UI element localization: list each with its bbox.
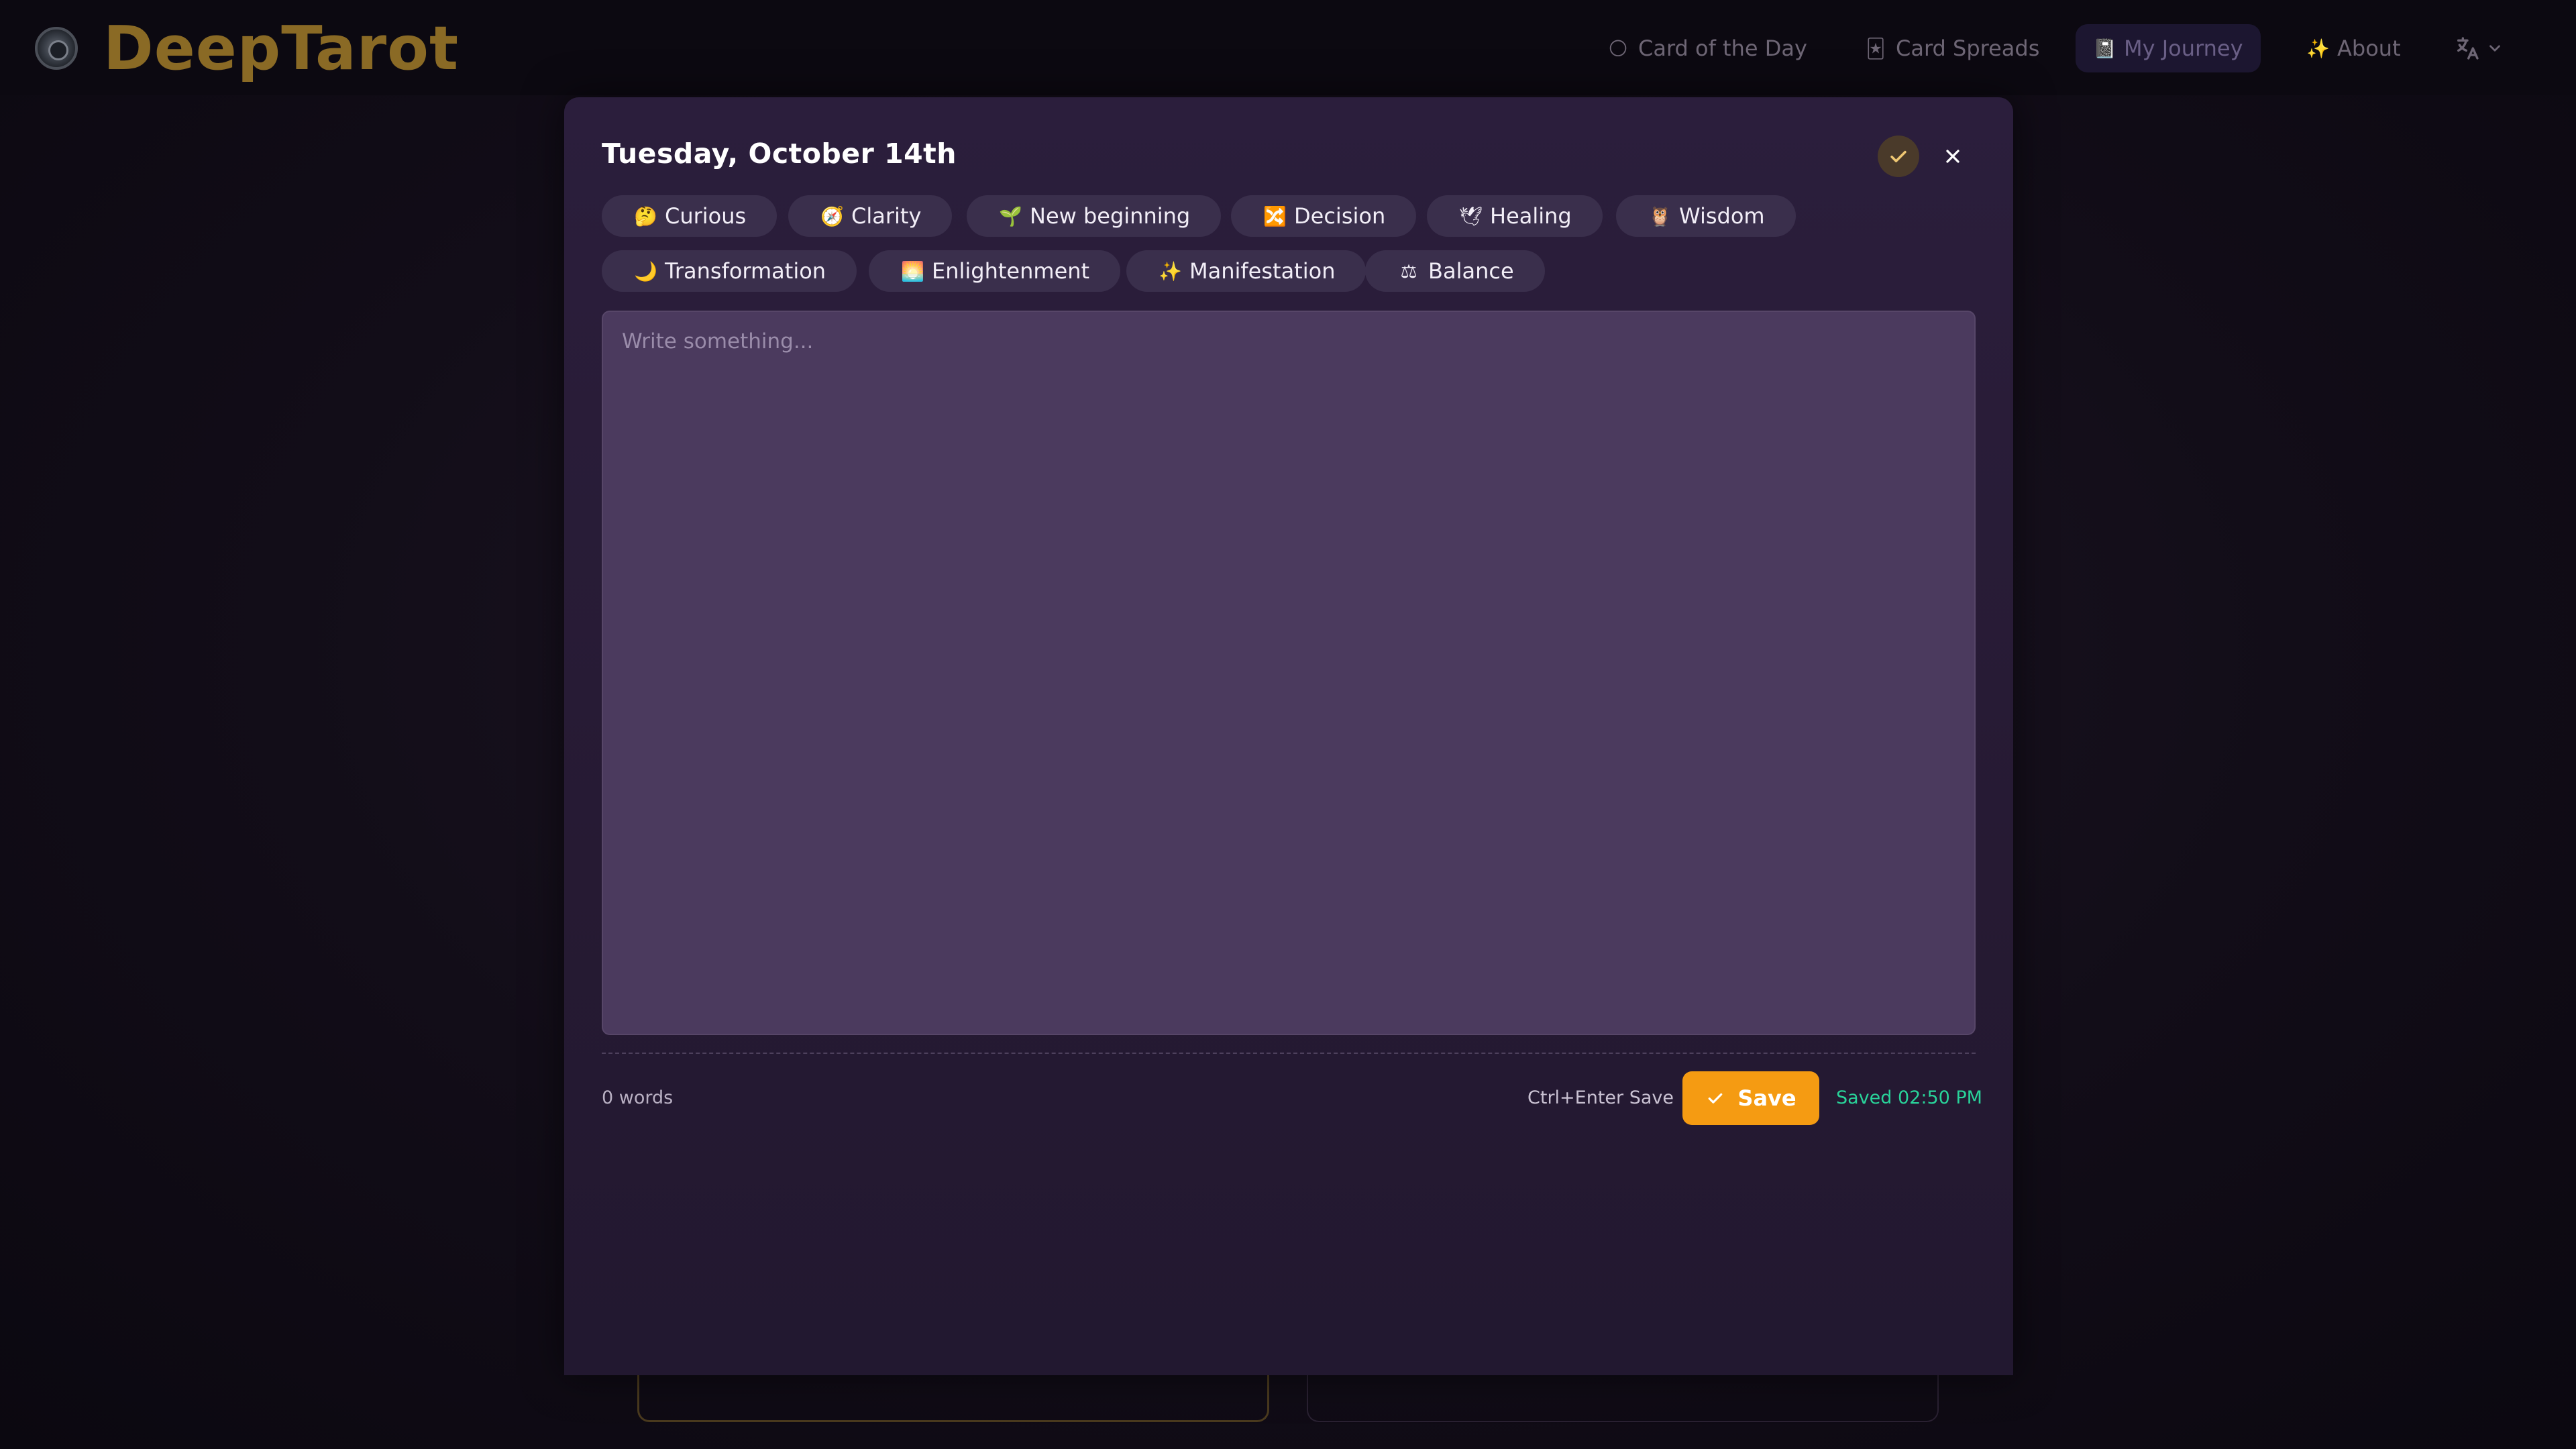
modal-title: Tuesday, October 14th (602, 138, 957, 170)
sunrise-icon: 🌅 (901, 260, 924, 282)
close-button[interactable] (1935, 139, 1970, 174)
journal-textarea[interactable] (603, 312, 1974, 1034)
sparkles-icon: ✨ (2306, 37, 2330, 60)
logo-icon[interactable] (35, 27, 78, 70)
tag-balance[interactable]: ⚖ Balance (1365, 250, 1545, 292)
tag-decision[interactable]: 🔀 Decision (1231, 195, 1417, 237)
confirm-button[interactable] (1878, 136, 1919, 177)
app-logo-text[interactable]: DeepTarot (103, 12, 459, 86)
tag-manifestation[interactable]: ✨ Manifestation (1126, 250, 1366, 292)
tag-label: Balance (1428, 258, 1514, 284)
tag-wisdom[interactable]: 🦉 Wisdom (1616, 195, 1796, 237)
tag-label: Manifestation (1189, 258, 1336, 284)
save-label: Save (1737, 1085, 1796, 1111)
background-card (637, 1375, 1269, 1422)
background-card (1307, 1375, 1939, 1422)
tag-clarity[interactable]: 🧭 Clarity (788, 195, 953, 237)
check-icon (1705, 1088, 1725, 1108)
top-navigation-bar: DeepTarot 🌕 Card of the Day 🃏 Card Sprea… (0, 0, 2576, 95)
compass-icon: 🧭 (820, 205, 844, 227)
tag-enlightenment[interactable]: 🌅 Enlightenment (869, 250, 1121, 292)
thinking-face-icon: 🤔 (634, 205, 657, 227)
close-icon (1946, 150, 1960, 163)
tag-label: New beginning (1030, 203, 1191, 229)
nav-about[interactable]: ✨ About (2289, 24, 2418, 72)
save-button[interactable]: Save (1682, 1071, 1819, 1125)
language-selector[interactable] (2454, 31, 2504, 66)
moon-icon: 🌕 (1608, 37, 1628, 60)
keyboard-shortcut-hint: Ctrl+Enter Save (1527, 1087, 1674, 1108)
nav-label: My Journey (2124, 36, 2243, 61)
cards-icon: 🃏 (1866, 37, 1886, 60)
word-count: 0 words (602, 1087, 674, 1108)
tag-label: Curious (665, 203, 747, 229)
saved-status: Saved 02:50 PM (1836, 1087, 1982, 1108)
nav-card-spreads[interactable]: 🃏 Card Spreads (1847, 24, 2057, 72)
dove-icon: 🕊 (1459, 205, 1483, 227)
tag-label: Decision (1294, 203, 1386, 229)
tag-label: Enlightenment (932, 258, 1090, 284)
shuffle-icon: 🔀 (1263, 205, 1287, 227)
translate-icon (2457, 37, 2479, 60)
tag-label: Transformation (665, 258, 826, 284)
crescent-moon-icon: 🌙 (634, 260, 657, 282)
nav-label: Card of the Day (1638, 36, 1807, 61)
tag-healing[interactable]: 🕊 Healing (1427, 195, 1603, 237)
journal-icon: 📓 (2093, 37, 2116, 60)
scales-icon: ⚖ (1400, 260, 1417, 282)
chevron-down-icon (2489, 45, 2500, 52)
journal-entry-modal: Tuesday, October 14th 🤔 Curious 🧭 Clarit… (564, 97, 2013, 1375)
tag-label: Clarity (851, 203, 922, 229)
tag-transformation[interactable]: 🌙 Transformation (602, 250, 857, 292)
nav-label: Card Spreads (1896, 36, 2040, 61)
nav-card-of-the-day[interactable]: 🌕 Card of the Day (1590, 24, 1825, 72)
tag-curious[interactable]: 🤔 Curious (602, 195, 777, 237)
seedling-icon: 🌱 (999, 205, 1022, 227)
owl-icon: 🦉 (1648, 205, 1672, 227)
nav-label: About (2337, 36, 2401, 61)
tag-new-beginning[interactable]: 🌱 New beginning (967, 195, 1222, 237)
journal-editor (602, 311, 1976, 1035)
check-icon (1890, 150, 1907, 162)
nav-my-journey[interactable]: 📓 My Journey (2076, 24, 2261, 72)
tag-label: Wisdom (1679, 203, 1765, 229)
divider (602, 1053, 1976, 1054)
tag-label: Healing (1490, 203, 1572, 229)
sparkles-icon: ✨ (1159, 260, 1182, 282)
